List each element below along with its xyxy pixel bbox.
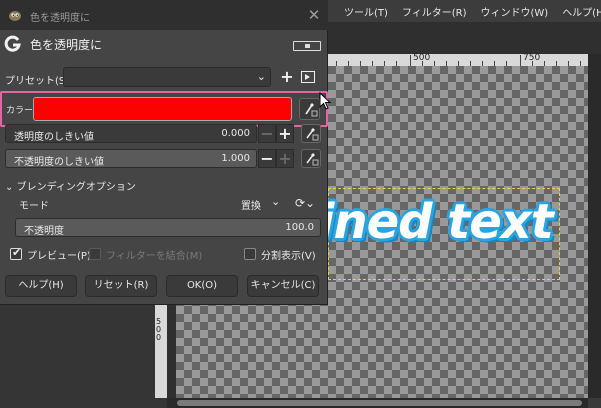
dialog-titlebar: 色を透明度に ✕: [0, 0, 328, 30]
dialog-title: 色を透明度に: [30, 38, 103, 52]
opacity-threshold-label: 不透明度のしきい値: [14, 157, 104, 168]
canvas-right-edge: [588, 54, 601, 408]
opacity-label: 不透明度: [24, 226, 64, 237]
mouse-cursor-icon: [319, 92, 332, 110]
checkbox[interactable]: [89, 248, 101, 260]
cancel-button[interactable]: キャンセル(C): [247, 275, 319, 297]
preview-label: プレビュー(P): [27, 250, 91, 262]
checkbox[interactable]: [10, 246, 22, 260]
chevron-down-icon: ⌄: [271, 195, 281, 208]
color-label: カラー: [6, 106, 34, 116]
vertical-ruler-label: 500: [156, 318, 161, 342]
transparency-threshold-value: 0.000: [221, 128, 250, 139]
opacity-threshold-slider[interactable]: 不透明度のしきい値 1.000: [5, 149, 257, 168]
transparency-threshold-label: 透明度のしきい値: [14, 132, 94, 143]
opacity-threshold-value: 1.000: [221, 153, 250, 164]
add-preset-button[interactable]: +: [278, 67, 296, 87]
merge-filter-label: フィルターを結合(M): [106, 250, 203, 262]
chevron-down-icon: ⌄: [5, 182, 14, 193]
horizontal-scrollbar[interactable]: [167, 398, 588, 408]
composite-mode-button[interactable]: ⟳⌄: [289, 194, 321, 213]
menu-help[interactable]: ヘルプ(H): [562, 4, 601, 19]
on-canvas-controls-icon[interactable]: [293, 41, 321, 51]
vertical-ruler: 500: [155, 300, 167, 398]
opacity-threshold-picker-button[interactable]: [301, 149, 321, 168]
opacity-slider[interactable]: 不透明度 100.0: [15, 218, 321, 237]
color-picker-button[interactable]: [299, 98, 320, 120]
color-swatch-button[interactable]: [33, 97, 292, 121]
preset-menu-button[interactable]: [301, 71, 315, 83]
eyedropper-icon: [305, 103, 318, 117]
decrease-button[interactable]: −: [258, 149, 276, 168]
blending-options-expander[interactable]: ⌄ ブレンディングオプション: [5, 178, 136, 193]
menu-tools[interactable]: ツール(T): [344, 4, 388, 19]
dialog-header: 色を透明度に: [0, 30, 328, 60]
canvas-text: ined text: [318, 194, 554, 250]
decrease-button[interactable]: −: [258, 124, 276, 143]
chevron-down-icon: ⌄: [256, 70, 266, 83]
menu-windows[interactable]: ウィンドウ(W): [480, 4, 548, 19]
color-row: カラー: [0, 91, 328, 127]
transparency-threshold-slider[interactable]: 透明度のしきい値 0.000: [5, 124, 257, 143]
merge-filter-checkbox[interactable]: フィルターを結合(M): [89, 246, 202, 262]
mode-value: 置換: [241, 201, 261, 212]
eyedropper-icon: [306, 153, 319, 166]
menubar: ツール(T) フィルター(R) ウィンドウ(W) ヘルプ(H): [328, 0, 601, 22]
eyedropper-icon: [306, 128, 319, 141]
mode-combo[interactable]: モード 置換 ⌄: [15, 194, 287, 213]
reset-button[interactable]: リセット(R): [85, 275, 157, 297]
vertical-ruler-digits: 500: [156, 317, 162, 342]
split-view-checkbox[interactable]: 分割表示(V): [244, 246, 316, 262]
opacity-value: 100.0: [285, 222, 314, 233]
blending-options-label: ブレンディングオプション: [16, 182, 136, 193]
mode-label: モード: [19, 201, 49, 212]
increase-button[interactable]: +: [276, 149, 294, 168]
ruler-tick-major: [410, 55, 411, 66]
preview-checkbox[interactable]: プレビュー(P): [10, 246, 91, 262]
ruler-tick-major: [520, 55, 521, 66]
image-tab-strip: [328, 22, 601, 54]
menu-filters[interactable]: フィルター(R): [402, 4, 467, 19]
preset-combo[interactable]: ⌄: [63, 67, 271, 87]
navigate-button[interactable]: [588, 398, 601, 408]
horizontal-ruler: 500 750: [328, 53, 601, 66]
gegl-logo-icon: [4, 35, 21, 52]
window-title: 色を透明度に: [30, 13, 90, 24]
ok-button[interactable]: OK(O): [166, 275, 238, 297]
checkbox[interactable]: [244, 248, 256, 260]
transparency-threshold-picker-button[interactable]: [301, 124, 321, 143]
composite-mode-icon: ⟳⌄: [294, 196, 316, 210]
gimp-wilber-icon: [9, 11, 21, 21]
help-button[interactable]: ヘルプ(H): [5, 275, 77, 297]
scrollbar-thumb[interactable]: [177, 400, 582, 406]
color-to-alpha-dialog: 色を透明度に ✕ 色を透明度に プリセット(S): ⌄ + カラー 透明度のしき…: [0, 0, 328, 305]
close-icon[interactable]: ✕: [304, 5, 324, 25]
split-view-label: 分割表示(V): [261, 250, 316, 262]
increase-button[interactable]: +: [276, 124, 294, 143]
